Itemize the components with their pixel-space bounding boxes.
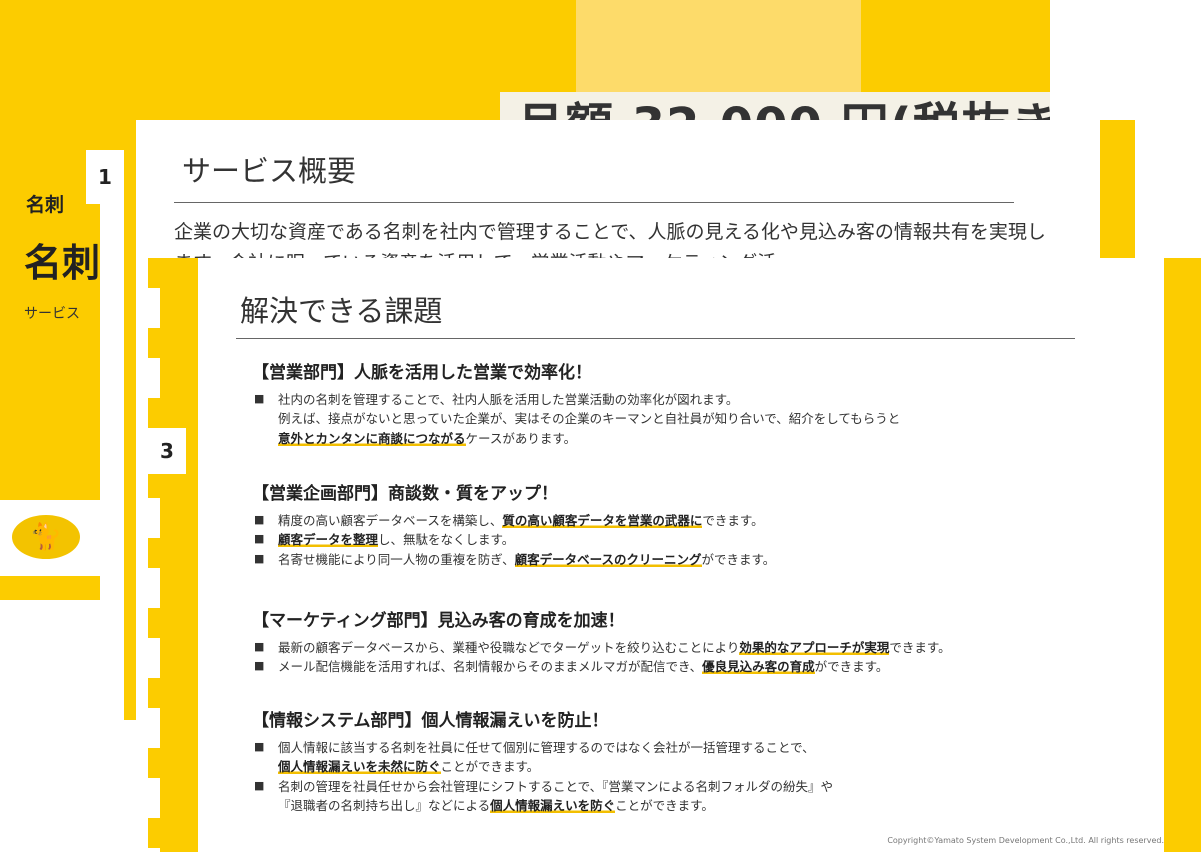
slide-edge bbox=[148, 288, 160, 852]
slide-title: 解決できる課題 bbox=[240, 294, 443, 328]
section-heading: 【情報システム部門】個人情報漏えいを防止！ bbox=[252, 711, 609, 731]
bullet-text: 例えば、接点がないと思っていた企業が、実はその企業のキーマンと自社員が知り合いで… bbox=[278, 411, 901, 427]
highlight-text: 意外とカンタンに商談につながる bbox=[278, 430, 466, 446]
section-marketing: 【マーケティング部門】見込み客の育成を加速！ 最新の顧客データベースから、業種や… bbox=[252, 606, 1132, 677]
section-heading: 【営業企画部門】商談数・質をアップ！ bbox=[252, 484, 558, 504]
highlight-text: 効果的なアプローチが実現 bbox=[739, 640, 890, 655]
section-information-systems: 【情報システム部門】個人情報漏えいを防止！ 個人情報に該当する名刺を社員に任せて… bbox=[252, 706, 1132, 816]
page-number: 3 bbox=[148, 428, 186, 474]
bullet-item: 顧客データを整理し、無駄をなくします。 bbox=[252, 530, 1132, 549]
bullet-text: 精度の高い顧客データベースを構築し、 bbox=[278, 513, 503, 528]
highlight-text: 質の高い顧客データを営業の武器に bbox=[502, 513, 703, 528]
highlight-text: 顧客データベースのクリーニング bbox=[514, 551, 702, 567]
title-divider bbox=[174, 202, 1014, 203]
bullet-list: 個人情報に該当する名刺を社員に任せて個別に管理するのではなく会社が一括管理するこ… bbox=[252, 738, 1132, 816]
bullet-text: 名寄せ機能により同一人物の重複を防ぎ、 bbox=[278, 551, 515, 567]
bullet-item: 最新の顧客データベースから、業種や役職などでターゲットを絞り込むことにより効果的… bbox=[252, 638, 1132, 657]
section-sales: 【営業部門】人脈を活用した営業で効率化！ 社内の名刺を管理することで、社内人脈を… bbox=[252, 358, 1132, 448]
bullet-text: 『退職者の名刺持ち出し』などによる bbox=[278, 798, 491, 814]
cover-title: 名刺 bbox=[24, 241, 101, 285]
bullet-text: 社内の名刺を管理することで、社内人脈を活用した営業活動の効率化が図れます。 bbox=[278, 392, 739, 407]
bullet-item: 精度の高い顧客データベースを構築し、質の高い顧客データを営業の武器にできます。 bbox=[252, 511, 1132, 530]
bullet-text: 名刺の管理を社員任せから会社管理にシフトすることで、『営業マンによる名刺フォルダ… bbox=[278, 778, 834, 794]
title-divider bbox=[236, 338, 1075, 339]
bullet-item: メール配信機能を活用すれば、名刺情報からそのままメルマガが配信でき、優良見込み客… bbox=[252, 657, 1132, 676]
bullet-text: 最新の顧客データベースから、業種や役職などでターゲットを絞り込むことにより bbox=[278, 640, 740, 655]
bullet-text: ができます。 bbox=[701, 551, 776, 567]
bullet-list: 社内の名刺を管理することで、社内人脈を活用した営業活動の効率化が図れます。例えば… bbox=[252, 390, 1132, 448]
issues-slide: 3 解決できる課題 【営業部門】人脈を活用した営業で効率化！ 社内の名刺を管理す… bbox=[148, 258, 1201, 852]
highlight-text: 個人情報漏えいを防ぐ bbox=[490, 798, 616, 814]
bullet-text: ことができます。 bbox=[440, 759, 540, 775]
section-heading: 【営業部門】人脈を活用した営業で効率化！ bbox=[252, 363, 592, 383]
slide-edge bbox=[100, 150, 124, 720]
bullet-text: ができます。 bbox=[814, 659, 889, 675]
section-sales-planning: 【営業企画部門】商談数・質をアップ！ 精度の高い顧客データベースを構築し、質の高… bbox=[252, 479, 1132, 569]
bullet-item: 名寄せ機能により同一人物の重複を防ぎ、顧客データベースのクリーニングができます。 bbox=[252, 550, 1132, 569]
bullet-text: し、無駄をなくします。 bbox=[378, 532, 515, 548]
highlight-text: 顧客データを整理 bbox=[278, 532, 379, 548]
highlight-text: 個人情報漏えいを未然に防ぐ bbox=[278, 759, 441, 775]
cover-service-line: サービス bbox=[24, 306, 80, 322]
cover-subtitle: 名刺 bbox=[26, 194, 65, 216]
bullet-text: 個人情報に該当する名刺を社員に任せて個別に管理するのではなく会社が一括管理するこ… bbox=[278, 740, 815, 755]
bullet-text: ケースがあります。 bbox=[465, 430, 577, 446]
bullet-text: ことができます。 bbox=[615, 798, 714, 814]
bullet-list: 精度の高い顧客データベースを構築し、質の高い顧客データを営業の武器にできます。顧… bbox=[252, 511, 1132, 569]
bullet-item: 個人情報に該当する名刺を社員に任せて個別に管理するのではなく会社が一括管理するこ… bbox=[252, 738, 1132, 777]
section-heading: 【マーケティング部門】見込み客の育成を加速！ bbox=[252, 611, 625, 631]
black-cat-logo-icon: 🐈 bbox=[12, 515, 80, 559]
bullet-item: 社内の名刺を管理することで、社内人脈を活用した営業活動の効率化が図れます。例えば… bbox=[252, 390, 1132, 448]
bullet-list: 最新の顧客データベースから、業種や役職などでターゲットを絞り込むことにより効果的… bbox=[252, 638, 1132, 677]
copyright-notice: Copyright©Yamato System Development Co.,… bbox=[887, 836, 1164, 845]
slide-title: サービス概要 bbox=[182, 154, 357, 188]
decorative-band bbox=[576, 0, 861, 95]
bullet-text: できます。 bbox=[889, 640, 951, 655]
page-number: 1 bbox=[86, 150, 124, 204]
bullet-item: 名刺の管理を社員任せから会社管理にシフトすることで、『営業マンによる名刺フォルダ… bbox=[252, 777, 1132, 816]
bullet-text: メール配信機能を活用すれば、名刺情報からそのままメルマガが配信でき、 bbox=[278, 659, 703, 675]
bullet-text: できます。 bbox=[702, 513, 764, 528]
highlight-text: 優良見込み客の育成 bbox=[702, 659, 815, 675]
